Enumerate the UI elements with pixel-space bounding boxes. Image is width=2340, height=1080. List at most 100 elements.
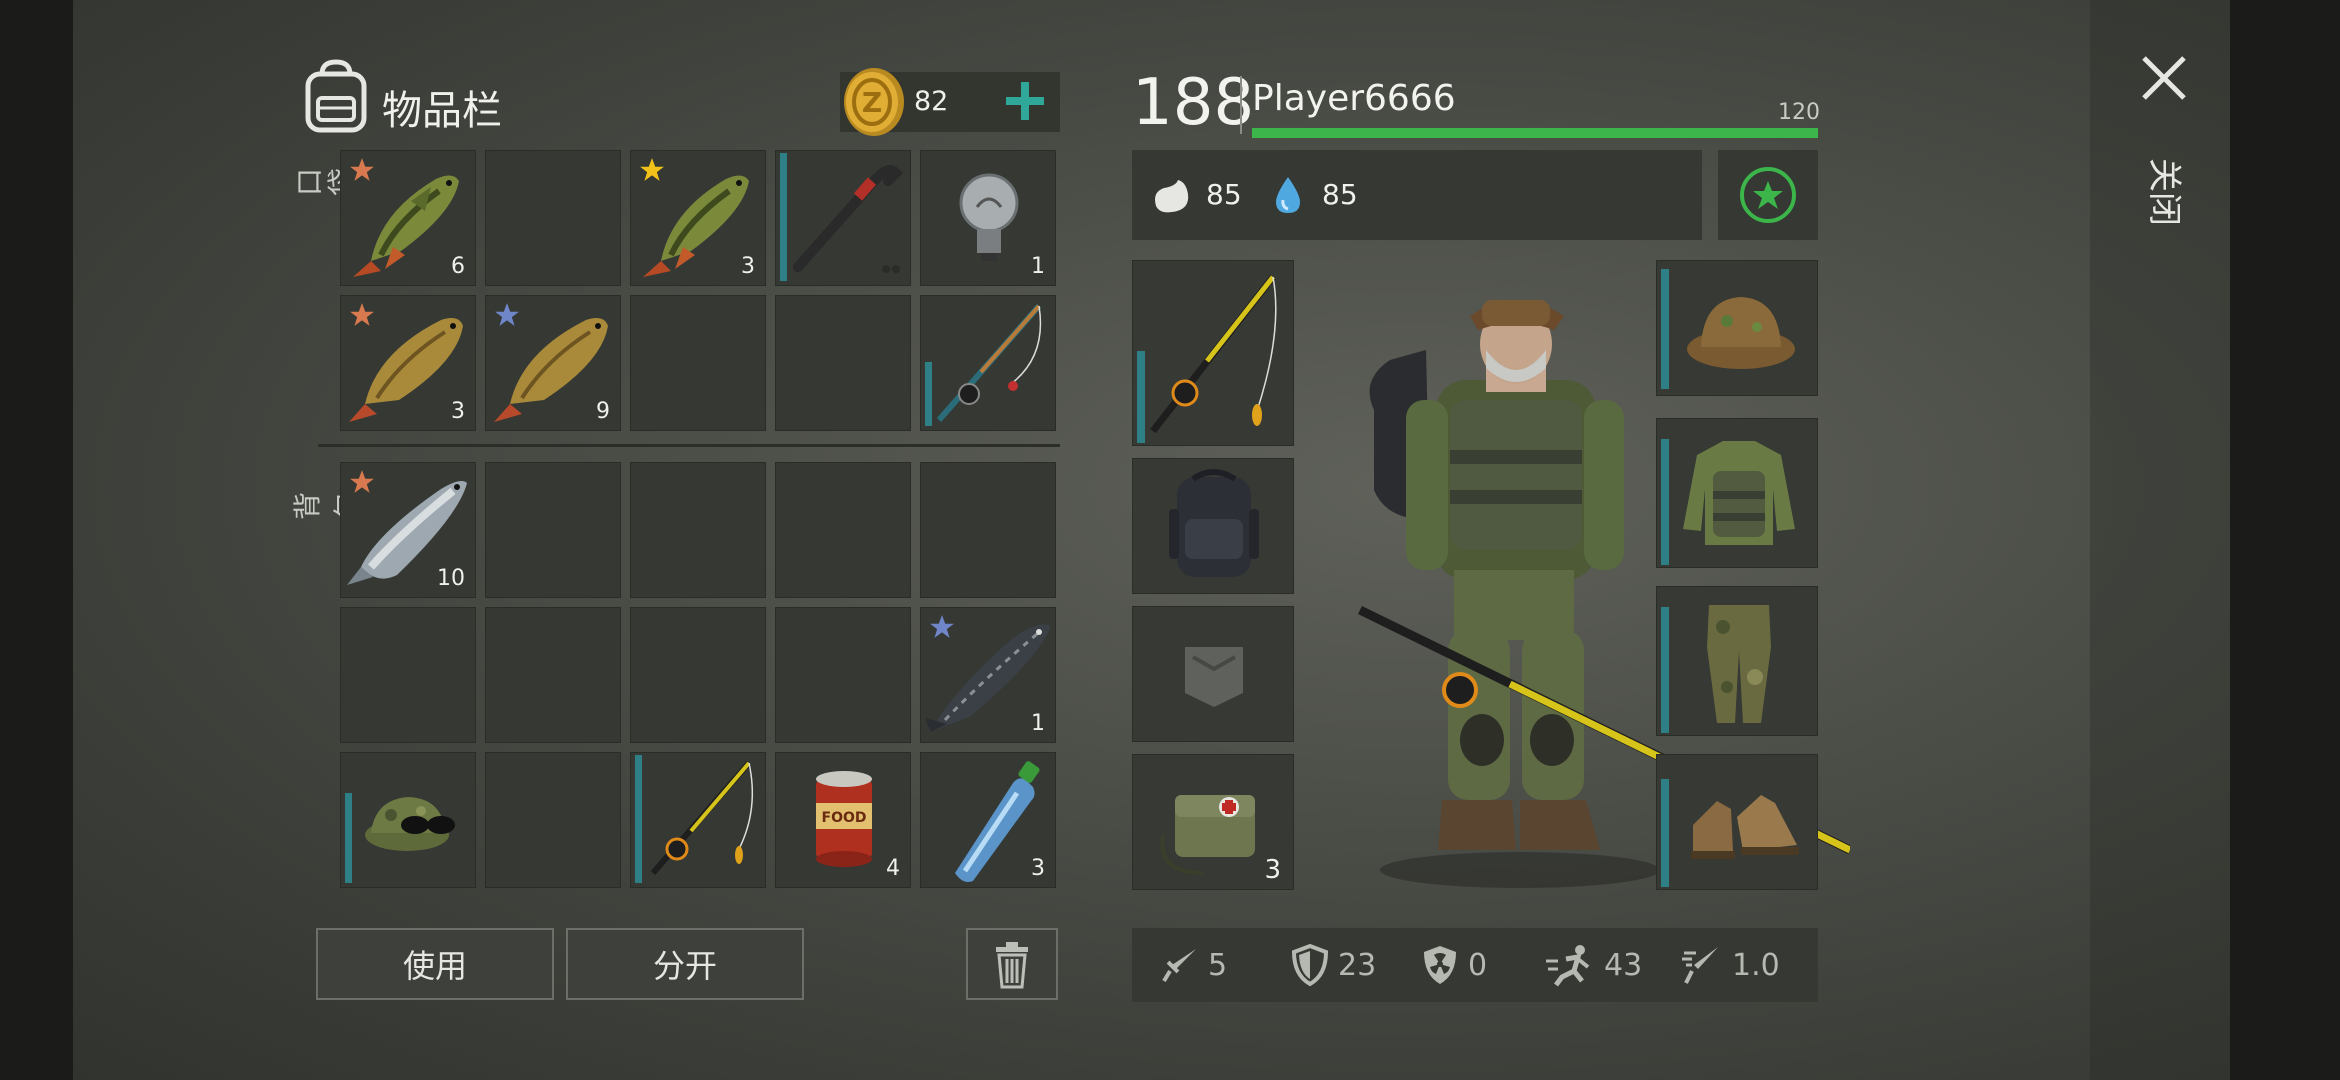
pocket-slot[interactable]: 3 <box>340 295 476 431</box>
pocket-slot[interactable] <box>775 150 911 286</box>
health-bar <box>1252 128 1818 138</box>
pocket-slot-equip[interactable] <box>1132 606 1294 742</box>
split-button[interactable]: 分开 <box>566 928 804 1000</box>
backpack-slot-empty[interactable] <box>920 462 1056 598</box>
backpack-slot[interactable] <box>340 752 476 888</box>
plus-icon <box>1006 82 1044 120</box>
backpack-slot-empty[interactable] <box>775 607 911 743</box>
status-effects-button[interactable] <box>1718 150 1818 240</box>
item-count: 3 <box>451 399 465 424</box>
camo-cap-icon <box>365 797 455 851</box>
player-level: 188 <box>1132 66 1255 140</box>
shield-icon <box>1291 943 1329 987</box>
item-count: 9 <box>596 399 610 424</box>
backpack-slot-empty[interactable] <box>630 607 766 743</box>
add-coins-button[interactable] <box>1000 76 1050 126</box>
hunger-value: 85 <box>1206 178 1242 211</box>
armor-stat: 23 <box>1290 928 1376 1002</box>
medkit-slot[interactable]: 3 <box>1132 754 1294 890</box>
section-label-backpack: 背包 <box>291 492 364 521</box>
pocket-slot-empty[interactable] <box>775 295 911 431</box>
player-name: Player6666 <box>1252 78 1456 119</box>
running-icon <box>1546 945 1590 987</box>
pocket-slot[interactable]: 1 <box>920 150 1056 286</box>
damage-value: 5 <box>1208 947 1228 983</box>
armor-value: 23 <box>1338 947 1377 983</box>
feet-slot[interactable] <box>1656 754 1818 890</box>
backpack-slot[interactable] <box>630 752 766 888</box>
item-count: 3 <box>741 254 755 279</box>
trash-button[interactable] <box>966 928 1058 1000</box>
item-count: 1 <box>1031 254 1045 279</box>
backpack-slot-empty[interactable] <box>340 607 476 743</box>
pocket-slot[interactable] <box>920 295 1056 431</box>
backpack-slot-equip[interactable] <box>1132 458 1294 594</box>
head-slot[interactable] <box>1656 260 1818 396</box>
item-count: 1 <box>1031 711 1045 736</box>
fishing-rod-icon <box>1150 274 1277 434</box>
item-count: 6 <box>451 254 465 279</box>
screen-edge <box>2230 0 2340 1080</box>
body-slot[interactable] <box>1656 418 1818 568</box>
weapon-slot[interactable] <box>1132 260 1294 446</box>
attack-speed-stat: 1.0 <box>1680 928 1780 1002</box>
item-count: 10 <box>437 566 465 591</box>
star-badge-icon <box>1740 167 1796 223</box>
backpack-icon <box>300 58 372 136</box>
durability-bar <box>1661 439 1669 565</box>
coin-icon: Z <box>840 64 906 140</box>
fishing-rod-icon <box>650 761 754 875</box>
legs-slot[interactable] <box>1656 586 1818 736</box>
medkit-count: 3 <box>1264 855 1281 885</box>
attack-speed-value: 1.0 <box>1732 947 1780 983</box>
pocket-slot-empty[interactable] <box>630 295 766 431</box>
backpack-slot-empty[interactable] <box>485 752 621 888</box>
section-divider <box>318 444 1060 447</box>
speed-stat: 43 <box>1544 928 1642 1002</box>
durability-bar <box>1137 351 1145 443</box>
durability-bar <box>1661 607 1669 733</box>
sword-icon <box>1162 949 1196 983</box>
thirst-value: 85 <box>1322 178 1358 211</box>
health-bar-fill <box>1252 128 1818 138</box>
max-health: 120 <box>1778 100 1820 125</box>
inventory-title: 物品栏 <box>382 88 502 134</box>
can-label: FOOD <box>822 810 867 826</box>
durability-bar <box>1661 779 1669 887</box>
pocket-slot[interactable]: 3 <box>630 150 766 286</box>
durability-bar <box>1661 269 1669 389</box>
crowbar-icon <box>793 165 904 273</box>
radiation-value: 0 <box>1468 947 1488 983</box>
item-count: 3 <box>1031 856 1045 881</box>
pocket-icon <box>1185 647 1243 707</box>
coin-count: 82 <box>914 86 949 117</box>
backpack-slot[interactable]: 1 <box>920 607 1056 743</box>
fishing-rod-icon <box>936 304 1042 422</box>
bucket-hat-icon <box>1687 297 1795 369</box>
backpack-slot-empty[interactable] <box>775 462 911 598</box>
use-button[interactable]: 使用 <box>316 928 554 1000</box>
close-label[interactable]: 关闭 <box>2144 136 2184 226</box>
boots-icon <box>1691 795 1799 859</box>
pocket-slot[interactable]: 6 <box>340 150 476 286</box>
trash-icon <box>996 942 1028 989</box>
backpack-slot[interactable]: FOOD 4 <box>775 752 911 888</box>
pocket-slot-empty[interactable] <box>485 150 621 286</box>
backpack-slot-empty[interactable] <box>630 462 766 598</box>
section-label-pocket: 口袋 <box>293 168 358 197</box>
pocket-slot[interactable]: 9 <box>485 295 621 431</box>
radiation-shield-icon <box>1424 946 1456 984</box>
armor-vest-icon <box>1683 441 1795 545</box>
speed-value: 43 <box>1604 947 1643 983</box>
speed-icon <box>1682 947 1718 984</box>
damage-stat: 5 <box>1160 928 1227 1002</box>
backpack-slot-empty[interactable] <box>485 607 621 743</box>
backpack-slot[interactable]: 3 <box>920 752 1056 888</box>
radiation-stat: 0 <box>1420 928 1487 1002</box>
backpack-slot-empty[interactable] <box>485 462 621 598</box>
tactical-backpack-icon <box>1169 469 1259 577</box>
close-icon <box>2142 56 2186 100</box>
backpack-slot[interactable]: 10 <box>340 462 476 598</box>
close-button[interactable] <box>2136 50 2192 106</box>
item-count: 4 <box>886 856 900 881</box>
